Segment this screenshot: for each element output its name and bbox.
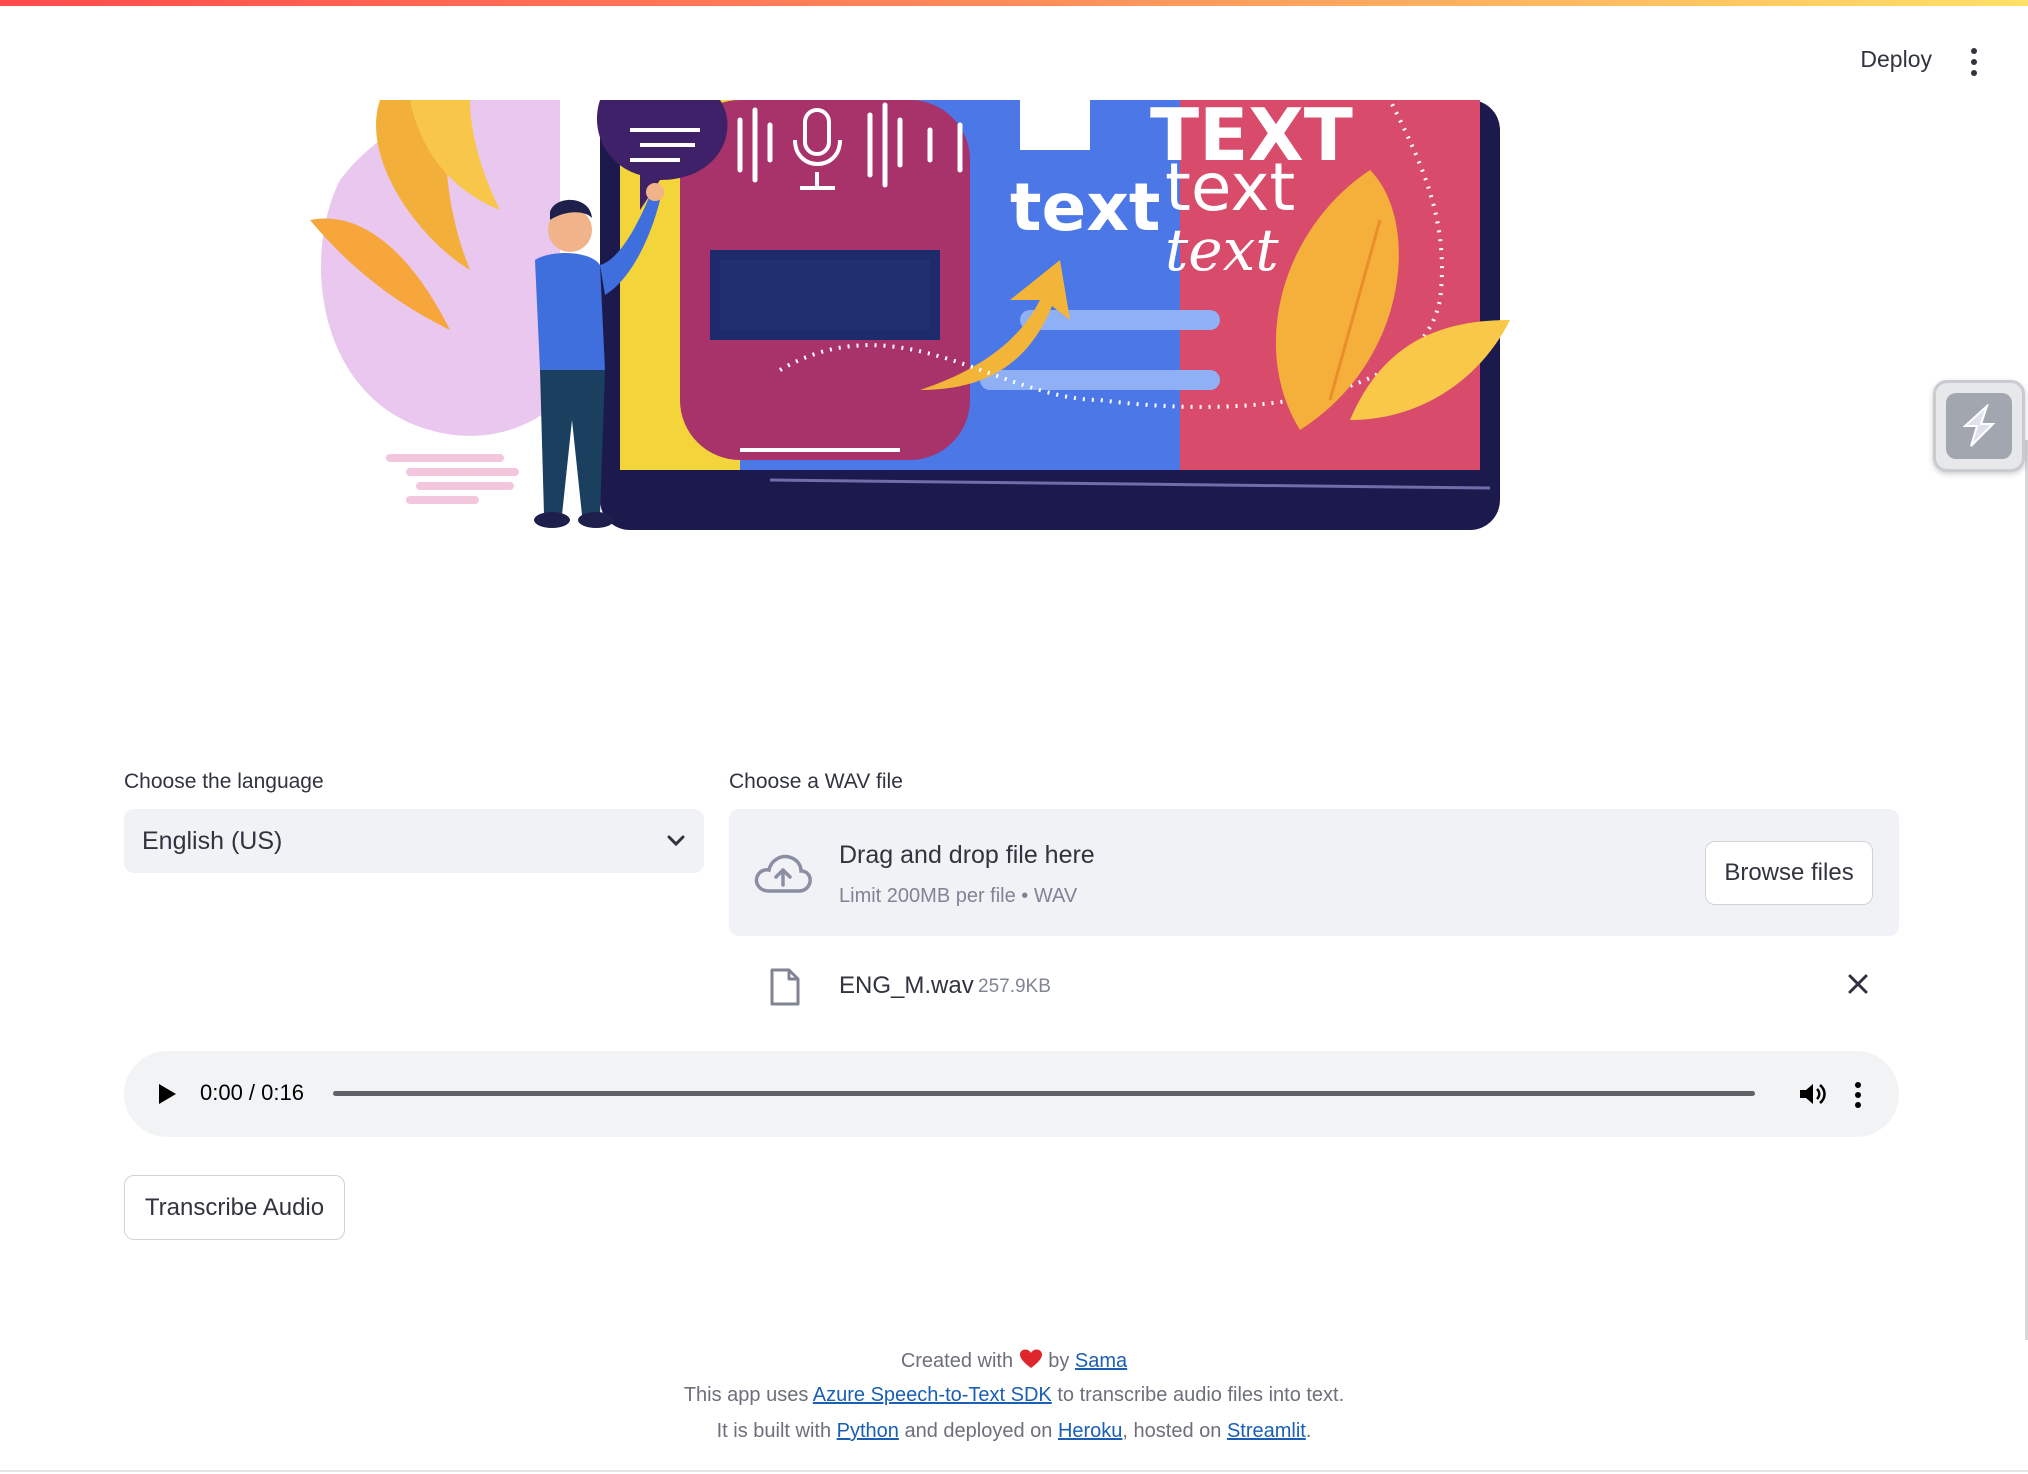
footer-line-1: Created with by Sama [900,1349,1128,1372]
uploaded-file-name: ENG_M.wav [839,972,974,999]
footer-line-3: It is built with Python and deployed on … [716,1420,1312,1442]
volume-icon[interactable] [1797,1080,1827,1108]
audio-time: 0:00 / 0:16 [200,1080,304,1105]
play-icon[interactable] [156,1082,178,1106]
python-link[interactable]: Python [837,1420,899,1442]
uploaded-file-size: 257.9KB [978,976,1051,997]
browse-files-button[interactable]: Browse files [1705,841,1873,905]
language-label: Choose the language [124,770,324,793]
upload-label: Choose a WAV file [729,770,903,793]
file-dropzone[interactable]: Drag and drop file here Limit 200MB per … [729,809,1899,936]
hero-text-3: text [1165,216,1279,284]
file-icon [770,968,800,1006]
streamlit-widget-badge[interactable] [1933,380,2025,472]
dropzone-title: Drag and drop file here [839,841,1095,869]
hero-illustration: TEXT text text text [310,100,1510,530]
language-select-value: English (US) [142,826,283,855]
audio-progress-track[interactable] [333,1091,1755,1096]
transcribe-audio-button[interactable]: Transcribe Audio [124,1175,345,1240]
bottom-divider [0,1470,2028,1472]
cloud-upload-icon [754,854,812,893]
language-select[interactable]: English (US) [124,809,704,873]
sama-link[interactable]: Sama [1075,1350,1127,1372]
audio-options-kebab-icon[interactable] [1855,1082,1861,1112]
heroku-link[interactable]: Heroku [1058,1420,1122,1442]
chevron-down-icon [667,835,685,847]
heart-icon [1019,1349,1042,1368]
hero-text-2: text [1165,149,1295,226]
hero-text-1: text [1010,169,1160,246]
top-decoration-bar [0,0,2028,6]
audio-player: 0:00 / 0:16 [124,1051,1899,1137]
streamlit-logo-icon [1962,404,1996,447]
azure-sdk-link[interactable]: Azure Speech-to-Text SDK [813,1384,1052,1406]
uploaded-file-row: ENG_M.wav 257.9KB [760,962,1870,1012]
footer-line-2: This app uses Azure Speech-to-Text SDK t… [683,1384,1345,1406]
main-menu-kebab-icon[interactable] [1966,48,1982,78]
deploy-button[interactable]: Deploy [1860,46,1932,73]
remove-file-close-icon[interactable] [1846,972,1870,996]
dropzone-subtitle: Limit 200MB per file • WAV [839,885,1078,907]
streamlit-link[interactable]: Streamlit [1227,1420,1306,1442]
